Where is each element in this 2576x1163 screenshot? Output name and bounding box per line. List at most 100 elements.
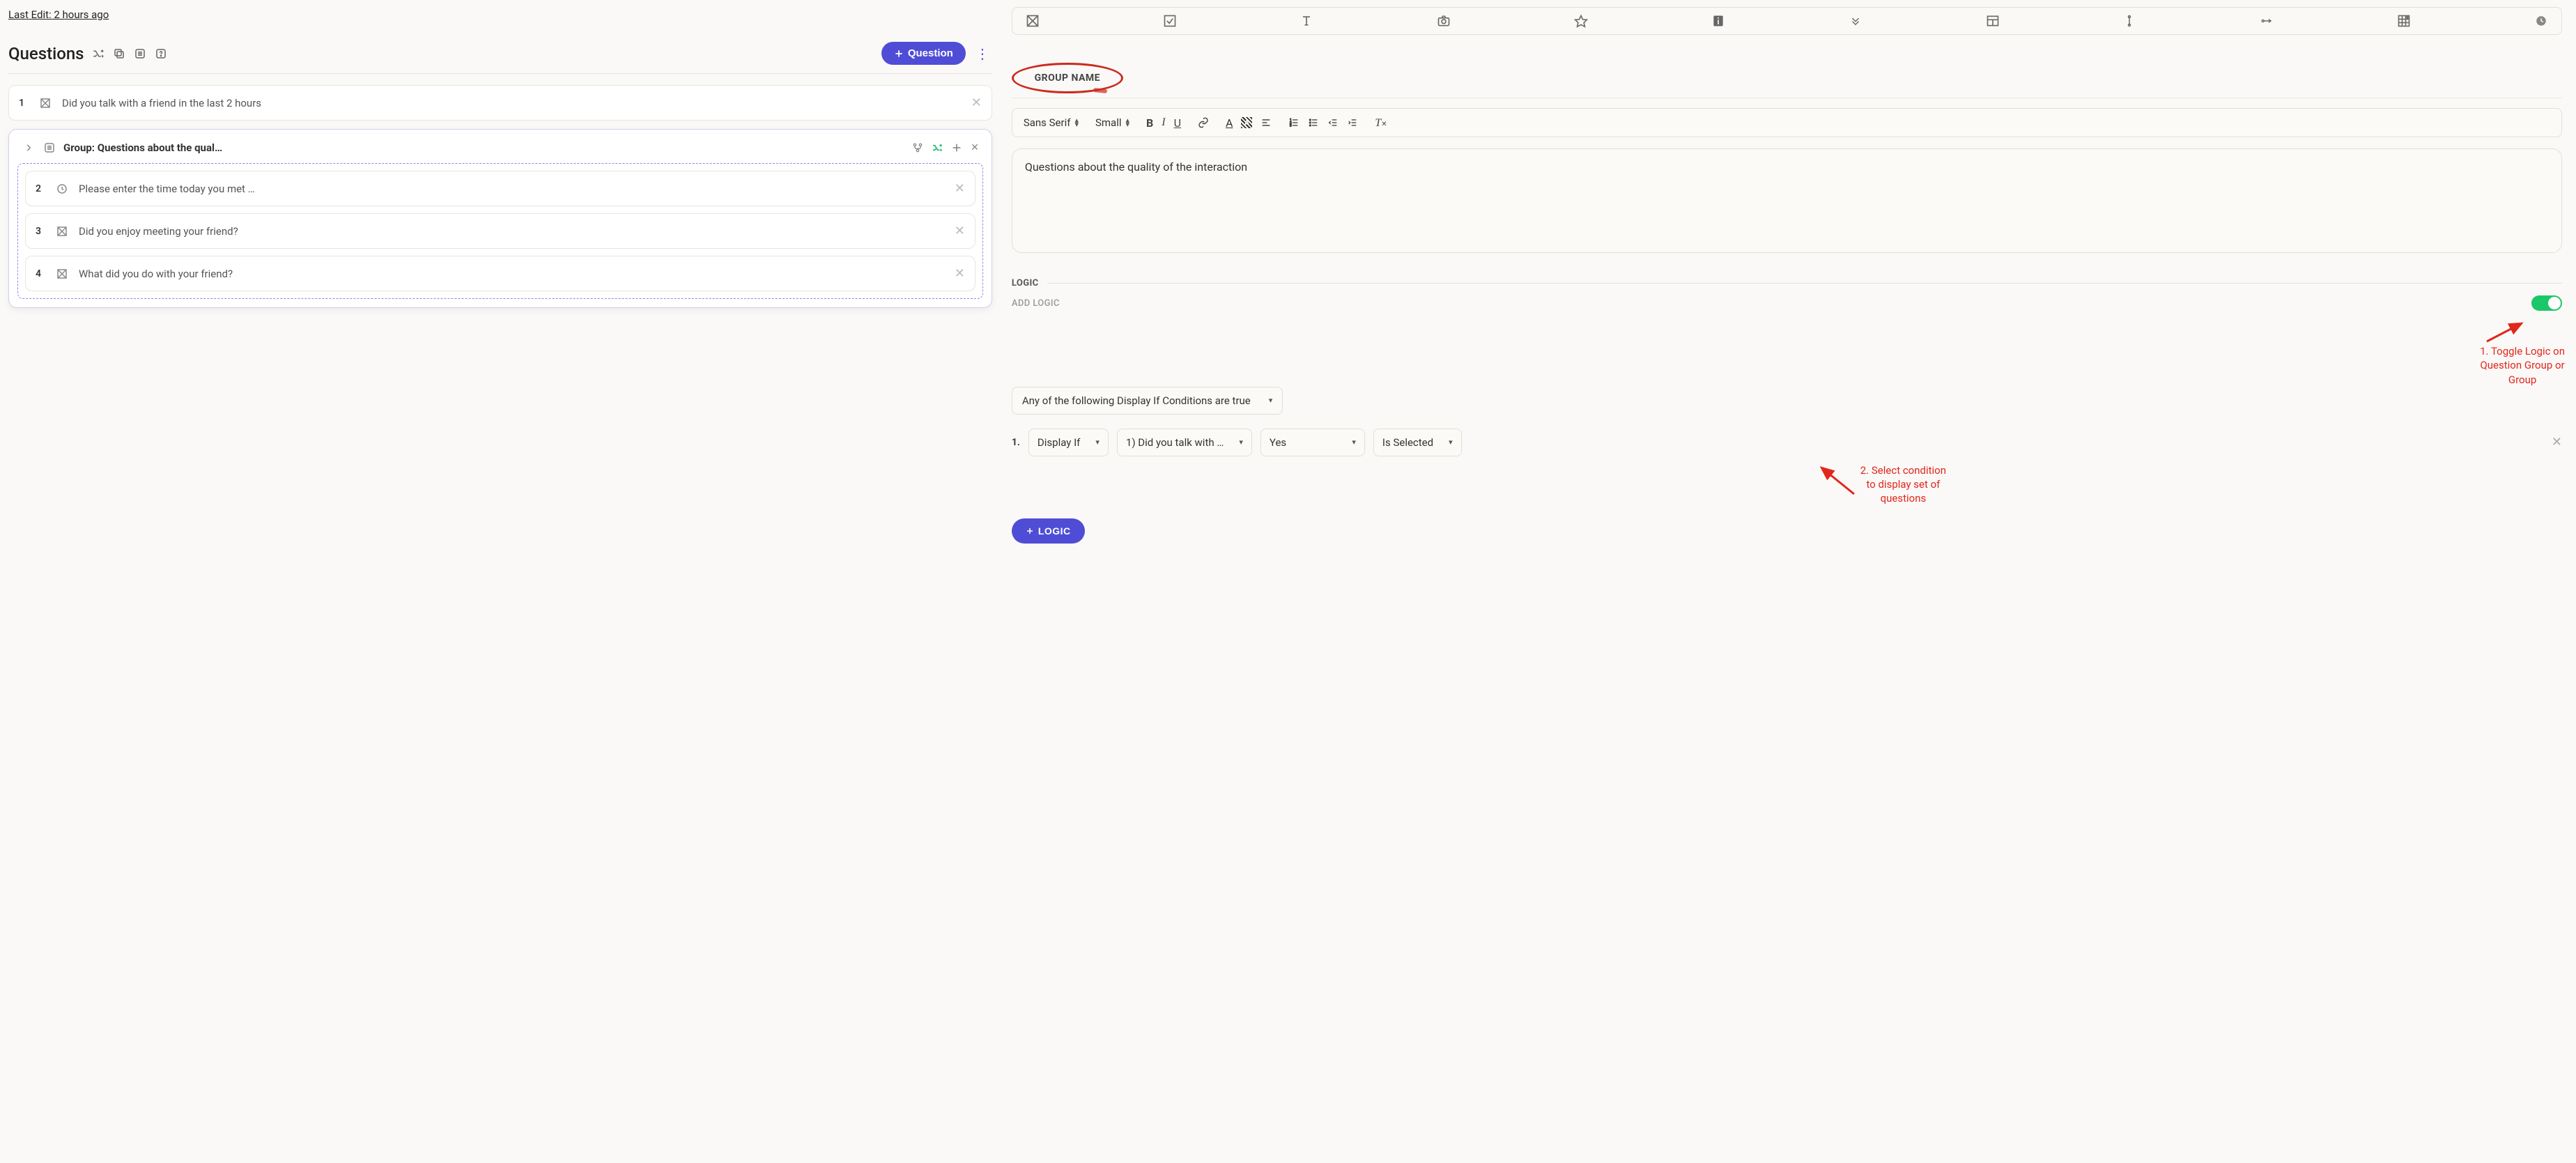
question-number: 4 xyxy=(36,268,45,279)
align-icon[interactable] xyxy=(1260,117,1272,128)
condition-number: 1. xyxy=(1012,437,1020,448)
caret-down-icon: ▾ xyxy=(1095,438,1100,447)
arrow-icon xyxy=(1816,463,1858,497)
question-number: 1 xyxy=(19,98,29,109)
question-number: 2 xyxy=(36,183,45,194)
condition-operator-select[interactable]: Is Selected ▾ xyxy=(1373,429,1462,456)
close-icon[interactable]: ✕ xyxy=(955,181,965,196)
condition-type-select[interactable]: Display If ▾ xyxy=(1028,429,1109,456)
group-description-text: Questions about the quality of the inter… xyxy=(1025,160,1247,174)
checkbox-check-icon[interactable] xyxy=(1162,13,1178,29)
condition-operator-value: Is Selected xyxy=(1382,436,1433,449)
question-text: Please enter the time today you met … xyxy=(79,183,945,195)
layout-icon[interactable] xyxy=(1985,13,2000,29)
more-menu-icon[interactable]: ⋮ xyxy=(973,45,992,62)
group-description-input[interactable]: Questions about the quality of the inter… xyxy=(1012,148,2562,253)
highlight-icon[interactable]: A xyxy=(1241,117,1252,128)
caret-down-icon: ▾ xyxy=(1269,396,1273,405)
add-logic-button-label: LOGIC xyxy=(1038,525,1071,537)
bullet-list-icon[interactable] xyxy=(1308,117,1319,128)
question-group[interactable]: Group: Questions about the qual… ✕ xyxy=(8,129,992,308)
sort-icon: ▴▾ xyxy=(1074,118,1079,127)
sort-icon: ▴▾ xyxy=(1126,118,1130,127)
group-inner: 2 Please enter the time today you met … … xyxy=(17,163,983,299)
close-icon[interactable]: ✕ xyxy=(955,224,965,238)
group-name-label: GROUP NAME xyxy=(1035,72,1100,84)
add-question-label: Question xyxy=(908,47,953,59)
branch-icon[interactable] xyxy=(912,142,923,153)
connector-icon[interactable] xyxy=(2259,13,2274,29)
text-color-icon[interactable]: A xyxy=(1226,116,1233,130)
condition-value-value: Yes xyxy=(1270,436,1286,449)
checkbox-x-icon[interactable] xyxy=(1025,13,1040,29)
bold-icon[interactable]: B xyxy=(1146,116,1153,130)
grid-icon[interactable] xyxy=(2396,13,2412,29)
link-icon[interactable] xyxy=(1198,117,1209,128)
close-icon[interactable]: ✕ xyxy=(971,142,979,153)
text-type-icon[interactable] xyxy=(1299,13,1314,29)
chevron-right-icon[interactable] xyxy=(22,141,36,155)
underline-icon[interactable]: U xyxy=(1174,116,1181,130)
question-number: 3 xyxy=(36,226,45,237)
logic-section-label: LOGIC xyxy=(1012,278,1039,288)
slider-vertical-icon[interactable] xyxy=(2122,13,2137,29)
help-icon[interactable] xyxy=(154,47,168,61)
list-icon[interactable] xyxy=(133,47,147,61)
annotation-1: 1. Toggle Logic on Question Group or Gro… xyxy=(2480,321,2565,387)
condition-mode-select[interactable]: Any of the following Display If Conditio… xyxy=(1012,387,1283,415)
italic-icon[interactable]: I xyxy=(1162,116,1165,129)
question-item[interactable]: 2 Please enter the time today you met … … xyxy=(25,171,975,206)
star-icon[interactable] xyxy=(1573,13,1589,29)
questions-header: Questions Question ⋮ xyxy=(8,42,992,74)
outdent-icon[interactable] xyxy=(1327,117,1339,128)
condition-mode-value: Any of the following Display If Conditio… xyxy=(1022,394,1251,407)
font-family-value: Sans Serif xyxy=(1024,116,1071,129)
font-size-select[interactable]: Small ▴▾ xyxy=(1095,116,1129,129)
question-text: Did you enjoy meeting your friend? xyxy=(79,225,945,238)
condition-question-select[interactable]: 1) Did you talk with … ▾ xyxy=(1117,429,1252,456)
close-icon[interactable]: ✕ xyxy=(971,95,982,110)
shuffle-icon[interactable] xyxy=(91,47,105,61)
checkbox-type-icon xyxy=(55,267,69,281)
add-logic-label: ADD LOGIC xyxy=(1012,298,1060,309)
add-question-button[interactable]: Question xyxy=(881,42,966,65)
condition-row: 1. Display If ▾ 1) Did you talk with … ▾… xyxy=(1012,429,2562,456)
add-logic-button[interactable]: LOGIC xyxy=(1012,518,1085,544)
group-icon xyxy=(43,141,56,155)
annotation-oval: GROUP NAME xyxy=(1012,63,1123,93)
annotation-2: 2. Select condition to display set of qu… xyxy=(1200,463,2562,506)
rich-text-toolbar: Sans Serif ▴▾ Small ▴▾ B I U A A 123 xyxy=(1012,108,2562,137)
last-edit-link[interactable]: Last Edit: 2 hours ago xyxy=(8,8,109,21)
shuffle-icon[interactable] xyxy=(932,142,943,153)
arrow-icon xyxy=(2480,321,2529,344)
ordered-list-icon[interactable]: 123 xyxy=(1288,117,1299,128)
chevrons-down-icon[interactable] xyxy=(1848,13,1863,29)
camera-icon[interactable] xyxy=(1436,13,1451,29)
question-type-toolbar xyxy=(1012,7,2562,35)
checkbox-type-icon xyxy=(55,224,69,238)
clock-solid-icon[interactable] xyxy=(2533,13,2549,29)
condition-value-select[interactable]: Yes ▾ xyxy=(1260,429,1365,456)
logic-toggle[interactable] xyxy=(2531,295,2562,311)
close-icon[interactable]: ✕ xyxy=(955,266,965,281)
clear-format-icon[interactable]: T✕ xyxy=(1375,116,1387,130)
question-text: Did you talk with a friend in the last 2… xyxy=(62,97,962,109)
caret-down-icon: ▾ xyxy=(1239,438,1243,447)
question-text: What did you do with your friend? xyxy=(79,268,945,280)
info-box-icon[interactable] xyxy=(1711,13,1726,29)
plus-icon[interactable] xyxy=(951,142,962,153)
question-item[interactable]: 4 What did you do with your friend? ✕ xyxy=(25,256,975,291)
font-size-value: Small xyxy=(1095,116,1122,129)
copy-icon[interactable] xyxy=(112,47,126,61)
font-family-select[interactable]: Sans Serif ▴▾ xyxy=(1024,116,1079,129)
svg-text:3: 3 xyxy=(1290,123,1292,128)
close-icon[interactable]: ✕ xyxy=(2552,435,2562,449)
question-item[interactable]: 3 Did you enjoy meeting your friend? ✕ xyxy=(25,213,975,249)
checkbox-type-icon xyxy=(38,96,52,110)
question-item[interactable]: 1 Did you talk with a friend in the last… xyxy=(8,85,992,121)
condition-type-value: Display If xyxy=(1038,436,1080,449)
group-title: Group: Questions about the qual… xyxy=(63,141,905,154)
clock-type-icon xyxy=(55,182,69,196)
questions-title: Questions xyxy=(8,44,84,63)
indent-icon[interactable] xyxy=(1347,117,1358,128)
